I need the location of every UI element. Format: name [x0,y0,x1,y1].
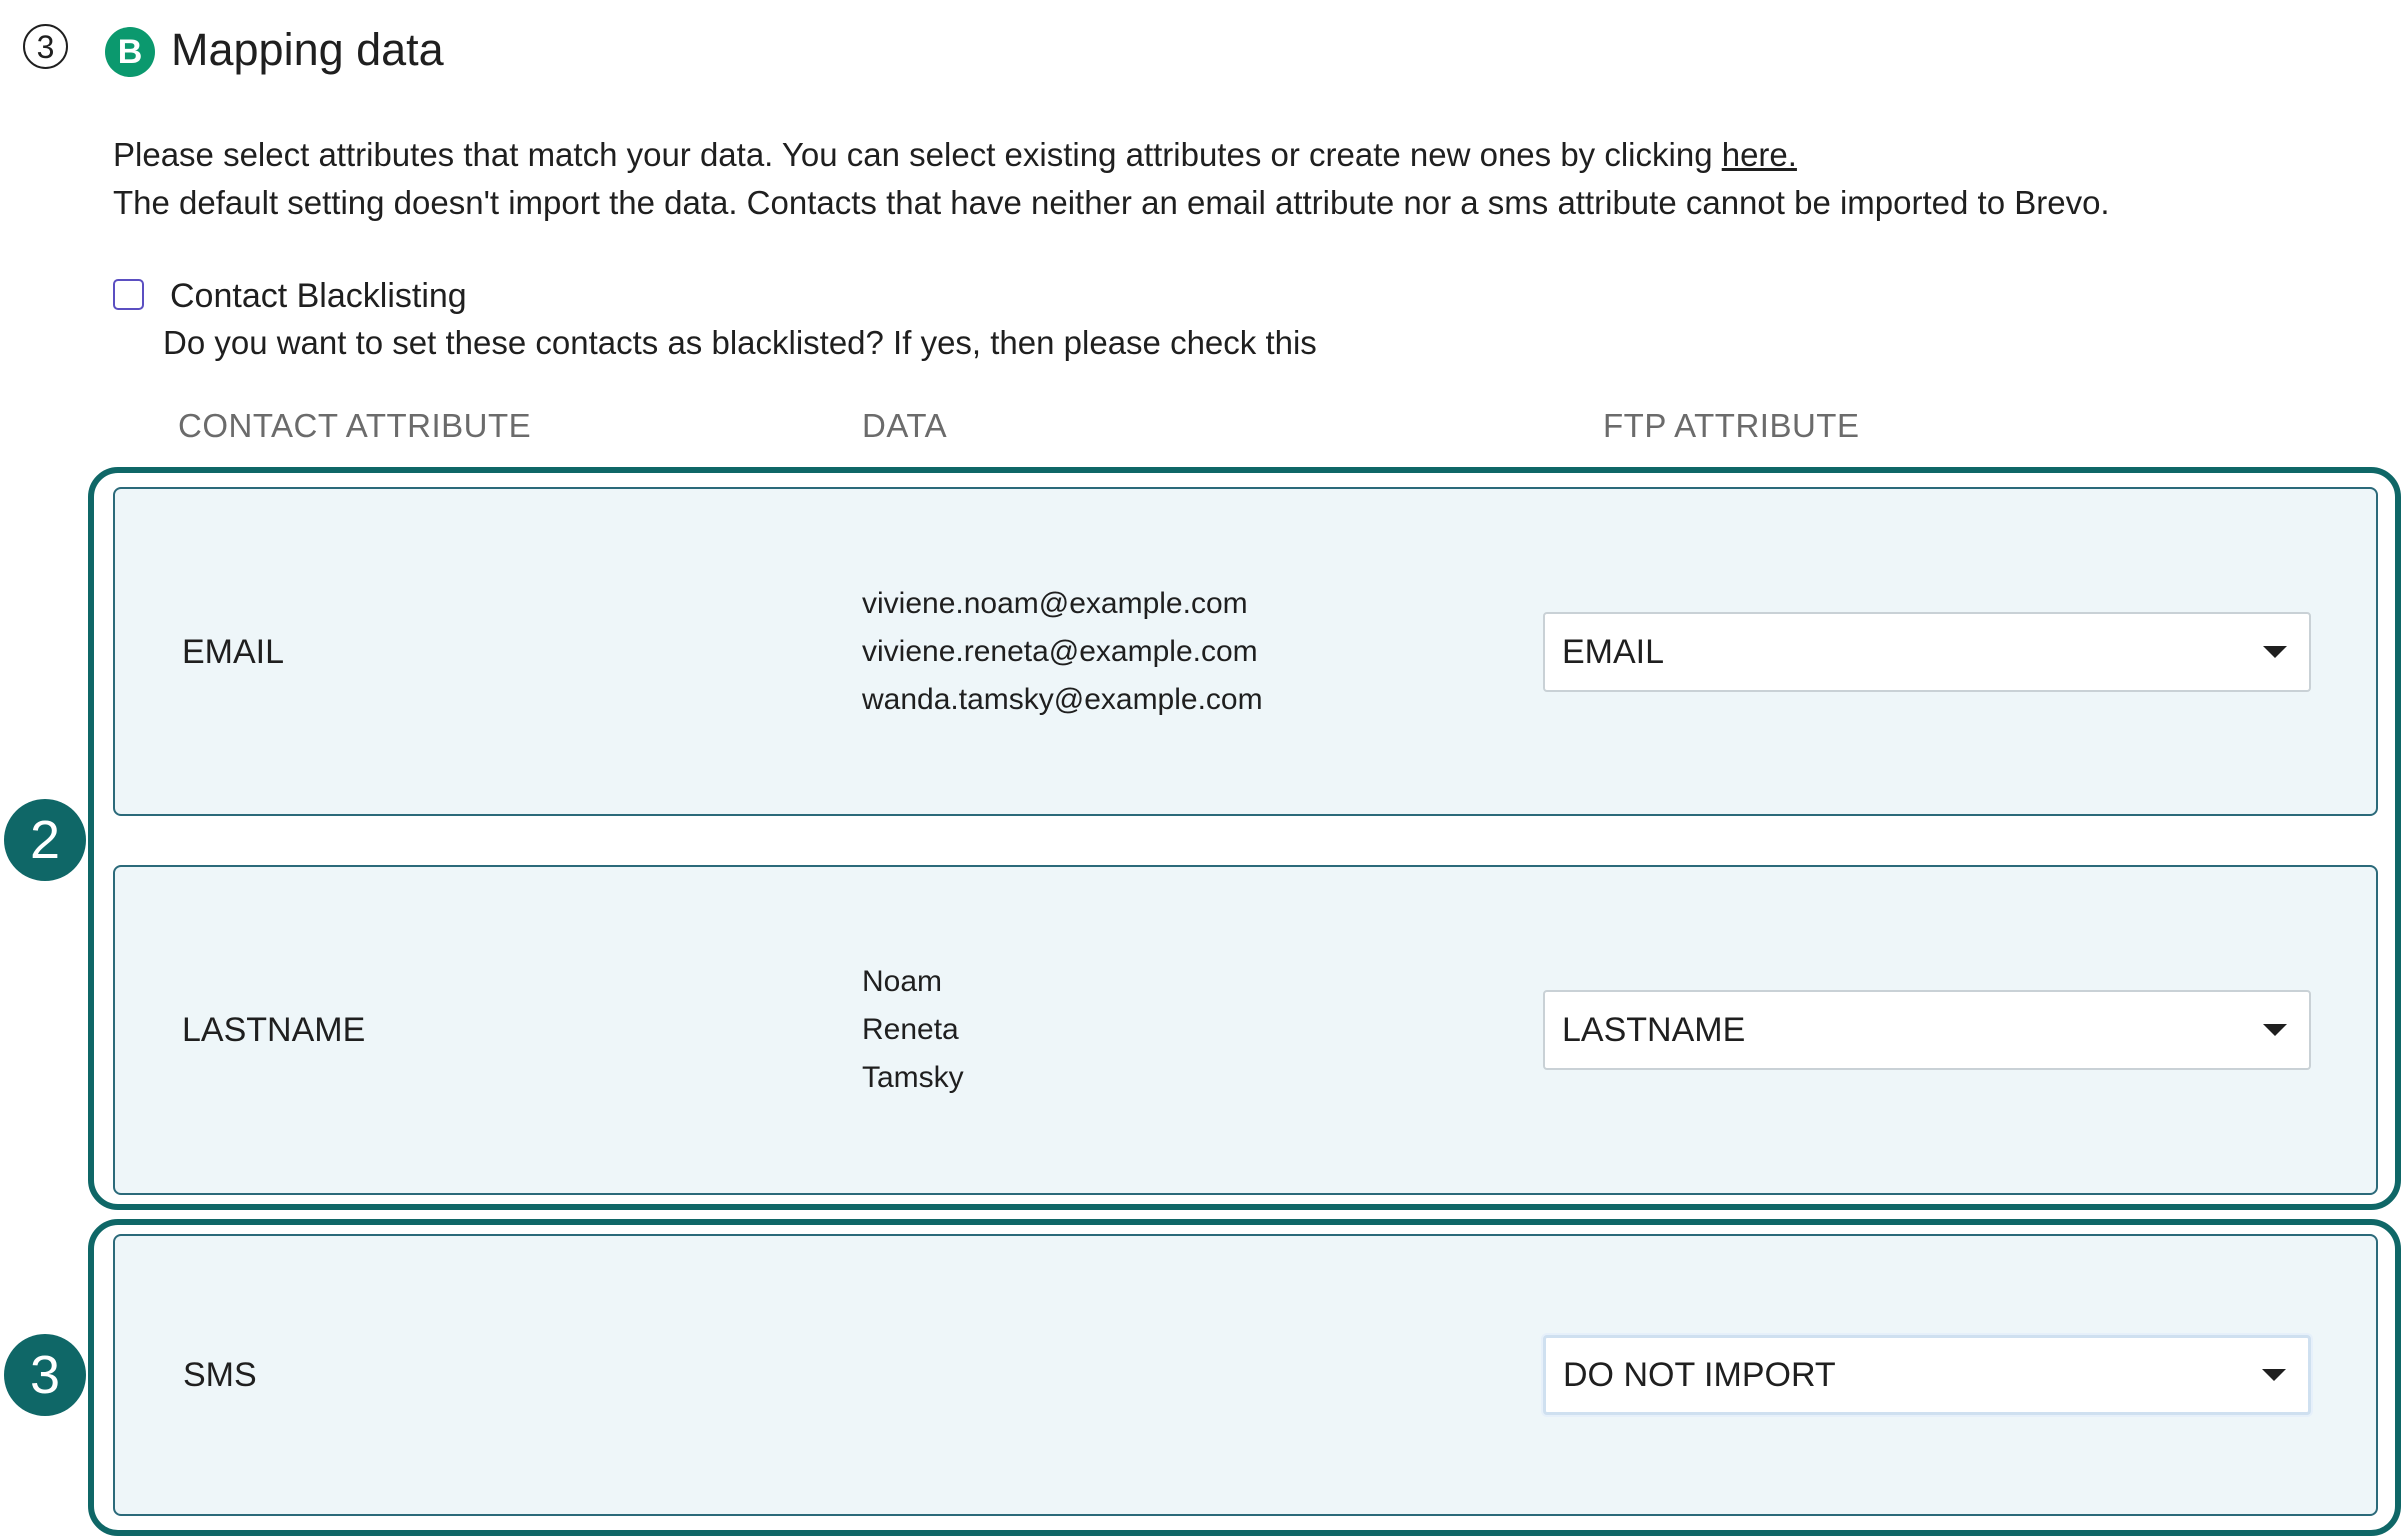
mapping-row-lastname: LASTNAME Noam Reneta Tamsky LASTNAME [113,865,2378,1195]
sample-data-item: viviene.noam@example.com [862,586,1248,620]
sample-data-item: wanda.tamsky@example.com [862,682,1263,716]
intro-line-1-text: Please select attributes that match your… [113,136,1722,173]
sample-data-list: viviene.noam@example.com viviene.reneta@… [862,580,1263,724]
mapping-row-sms: SMS DO NOT IMPORT [113,1234,2378,1516]
mapping-row-email: EMAIL viviene.noam@example.com viviene.r… [113,487,2378,816]
ftp-attribute-select-email[interactable]: EMAIL [1543,611,2311,692]
column-header-data: DATA [862,407,948,444]
blacklist-help-text: Do you want to set these contacts as bla… [163,324,1317,361]
selected-value: DO NOT IMPORT [1563,1356,1836,1394]
step-number: 3 [36,28,55,65]
blacklist-checkbox[interactable] [113,279,144,310]
selected-value: LASTNAME [1562,1011,1746,1049]
step-number-badge: 3 [23,24,68,69]
sample-data-list: Noam Reneta Tamsky [862,958,964,1102]
chevron-down-icon [2262,1369,2286,1381]
intro-line-1: Please select attributes that match your… [113,135,1797,175]
page-title: Mapping data [171,24,444,75]
annotation-marker-3: 3 [4,1334,86,1416]
sample-data-item: Tamsky [862,1061,964,1094]
selected-value: EMAIL [1562,632,1665,671]
column-header-contact-attribute: CONTACT ATTRIBUTE [178,407,532,444]
column-header-ftp-attribute: FTP ATTRIBUTE [1603,407,1860,444]
sample-data-item: viviene.reneta@example.com [862,634,1258,668]
annotation-marker-2: 2 [4,799,86,881]
ftp-attribute-select-lastname[interactable]: LASTNAME [1543,990,2311,1070]
sample-data-item: Noam [862,965,943,998]
blacklist-label[interactable]: Contact Blacklisting [170,276,467,316]
intro-line-2: The default setting doesn't import the d… [113,184,2110,221]
create-attribute-link[interactable]: here. [1722,136,1797,173]
brevo-logo-icon: B [105,27,155,77]
contact-attribute-label: EMAIL [182,632,285,671]
sample-data-item: Reneta [862,1013,959,1046]
contact-attribute-label: SMS [183,1356,257,1394]
chevron-down-icon [2263,645,2287,658]
contact-attribute-label: LASTNAME [182,1011,366,1049]
ftp-attribute-select-sms[interactable]: DO NOT IMPORT [1543,1335,2311,1415]
chevron-down-icon [2263,1024,2287,1036]
brevo-logo-letter: B [117,33,143,71]
